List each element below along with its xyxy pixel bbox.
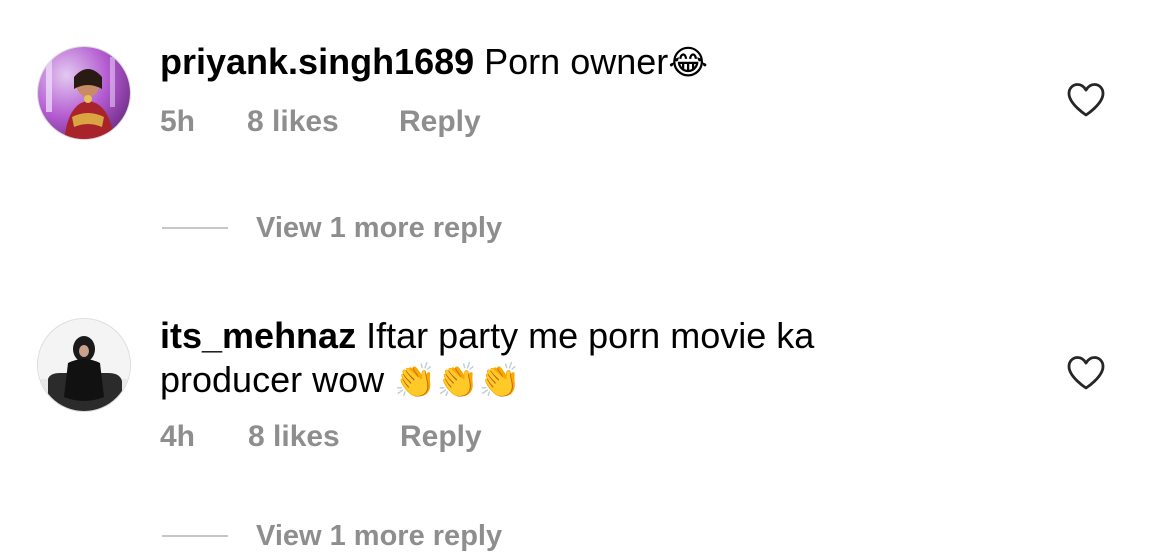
view-more-replies-button[interactable]: View 1 more reply xyxy=(162,514,502,558)
view-more-replies-label: View 1 more reply xyxy=(256,519,503,552)
comment-likes[interactable]: 8 likes xyxy=(248,420,400,454)
avatar-image xyxy=(38,47,130,139)
face-with-tears-of-joy-emoji: 😂 xyxy=(668,44,708,82)
comment-text: priyank.singh1689 Porn owner😂 xyxy=(160,40,920,85)
divider-line xyxy=(162,227,228,229)
reply-button[interactable]: Reply xyxy=(399,105,481,139)
comment-timestamp: 4h xyxy=(160,420,196,453)
clapping-hands-emoji: 👏👏👏 xyxy=(394,362,522,400)
heart-outline-icon[interactable] xyxy=(1066,355,1106,391)
reply-button[interactable]: Reply xyxy=(400,420,482,454)
avatar-image xyxy=(38,319,130,411)
heart-outline-icon[interactable] xyxy=(1066,82,1106,118)
view-more-replies-label: View 1 more reply xyxy=(256,211,503,244)
divider-line xyxy=(162,535,228,537)
comment-timestamp: 5h xyxy=(160,105,196,138)
comment-username[interactable]: its_mehnaz xyxy=(160,315,356,356)
avatar[interactable] xyxy=(37,46,131,140)
comment-meta: 5h 8 likes Reply xyxy=(160,105,481,139)
comment-meta: 4h 8 likes Reply xyxy=(160,420,482,454)
comment-likes[interactable]: 8 likes xyxy=(247,105,399,139)
avatar[interactable] xyxy=(37,318,131,412)
view-more-replies-button[interactable]: View 1 more reply xyxy=(162,206,502,250)
comment-username[interactable]: priyank.singh1689 xyxy=(160,41,474,82)
comment-body: Porn owner xyxy=(474,41,669,82)
comment-text: its_mehnaz Iftar party me porn movie ka … xyxy=(160,314,920,403)
